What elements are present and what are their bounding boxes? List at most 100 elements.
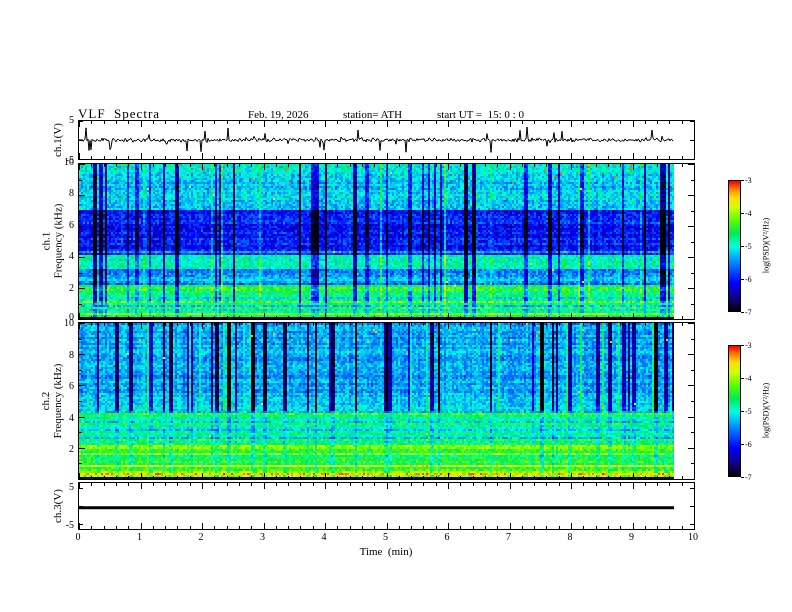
tick-mark <box>620 323 622 326</box>
tick-mark <box>140 164 142 170</box>
tick-mark <box>484 476 486 479</box>
tick-mark <box>472 121 474 124</box>
tick-mark <box>349 476 351 479</box>
tick-mark <box>91 323 93 326</box>
tick-mark <box>165 316 167 319</box>
tick-mark <box>423 526 425 529</box>
tick-mark <box>460 483 462 486</box>
tick-mark <box>374 121 376 124</box>
tick-mark <box>312 164 314 167</box>
tick-mark <box>509 153 511 159</box>
tick-mark <box>688 479 694 480</box>
tick-mark <box>691 463 694 465</box>
tick-mark <box>189 164 191 167</box>
tick-mark <box>312 156 314 159</box>
tick-mark <box>448 473 449 479</box>
tick-mark <box>103 526 105 529</box>
tick-mark <box>238 526 240 529</box>
tick-mark <box>288 483 290 486</box>
tick-mark <box>472 316 474 319</box>
tick-mark <box>460 526 462 529</box>
tick-mark <box>140 483 142 489</box>
ch2-axis-channel: ch.2 <box>40 391 52 411</box>
tick-mark <box>690 121 694 122</box>
tick-mark <box>497 526 499 529</box>
tick-mark <box>398 476 400 479</box>
tick-mark <box>312 476 314 479</box>
tick-mark <box>226 323 228 326</box>
tick-mark <box>214 316 216 319</box>
tick-mark <box>374 476 376 479</box>
tick-mark <box>546 164 548 167</box>
tick-mark <box>91 526 93 529</box>
tick-mark <box>546 316 548 319</box>
tick-mark <box>690 159 694 160</box>
tick-mark <box>571 153 572 159</box>
tick-mark <box>275 164 277 167</box>
tick-mark <box>251 526 253 529</box>
tick-mark <box>79 524 83 526</box>
tick-mark <box>398 483 400 486</box>
tick-mark <box>79 354 85 356</box>
tick-mark <box>140 323 142 329</box>
tick-mark <box>226 526 228 529</box>
tick-mark <box>741 345 744 346</box>
tick-mark <box>79 241 82 243</box>
tick-mark <box>741 378 744 379</box>
tick-mark <box>152 323 154 326</box>
tick-mark <box>214 476 216 479</box>
tick-mark <box>607 164 609 167</box>
tick-mark <box>741 477 744 478</box>
tick-mark <box>657 164 659 167</box>
tick-mark <box>300 526 302 529</box>
tick-mark <box>583 323 585 326</box>
tick-mark <box>165 164 167 167</box>
tick-mark <box>79 140 83 141</box>
tick-mark <box>288 526 290 529</box>
tick-mark <box>325 153 326 159</box>
tick-mark <box>741 180 744 181</box>
tick-mark <box>361 323 363 326</box>
tick-mark <box>681 316 683 319</box>
tick-mark <box>657 316 659 319</box>
tick-mark <box>509 473 511 479</box>
tick-mark <box>152 483 154 486</box>
tick-mark <box>177 156 179 159</box>
tick-mark <box>607 526 609 529</box>
tick-mark <box>583 483 585 486</box>
tick-mark <box>337 526 339 529</box>
tick-mark <box>103 316 105 319</box>
tick-mark <box>620 156 622 159</box>
tick-mark <box>435 526 437 529</box>
tick-mark <box>681 121 683 124</box>
tick-mark <box>128 476 130 479</box>
tick-mark <box>226 476 228 479</box>
tick-mark <box>460 323 462 326</box>
tick-mark <box>435 323 437 326</box>
tick-mark <box>558 526 560 529</box>
tick-mark <box>521 156 523 159</box>
tick-mark <box>79 303 82 305</box>
tick-mark <box>681 526 683 529</box>
tick-mark <box>128 156 130 159</box>
tick-mark <box>251 316 253 319</box>
tick-mark <box>435 476 437 479</box>
tick-mark <box>386 164 388 170</box>
tick-mark <box>251 483 253 486</box>
tick-mark <box>423 164 425 167</box>
tick-mark <box>583 164 585 167</box>
tick-mark <box>521 316 523 319</box>
x-tick-label: 9 <box>629 532 634 543</box>
tick-mark <box>690 140 694 141</box>
tick-mark <box>79 323 85 324</box>
tick-mark <box>690 506 694 507</box>
tick-mark <box>263 153 265 159</box>
tick-mark <box>398 526 400 529</box>
tick-mark <box>177 483 179 486</box>
tick-mark <box>632 164 634 170</box>
tick-mark <box>657 121 659 124</box>
tick-mark <box>177 476 179 479</box>
tick-mark <box>140 523 142 529</box>
ch1-axis-frequency: Frequency (kHz) <box>52 203 65 279</box>
tick-mark <box>275 156 277 159</box>
